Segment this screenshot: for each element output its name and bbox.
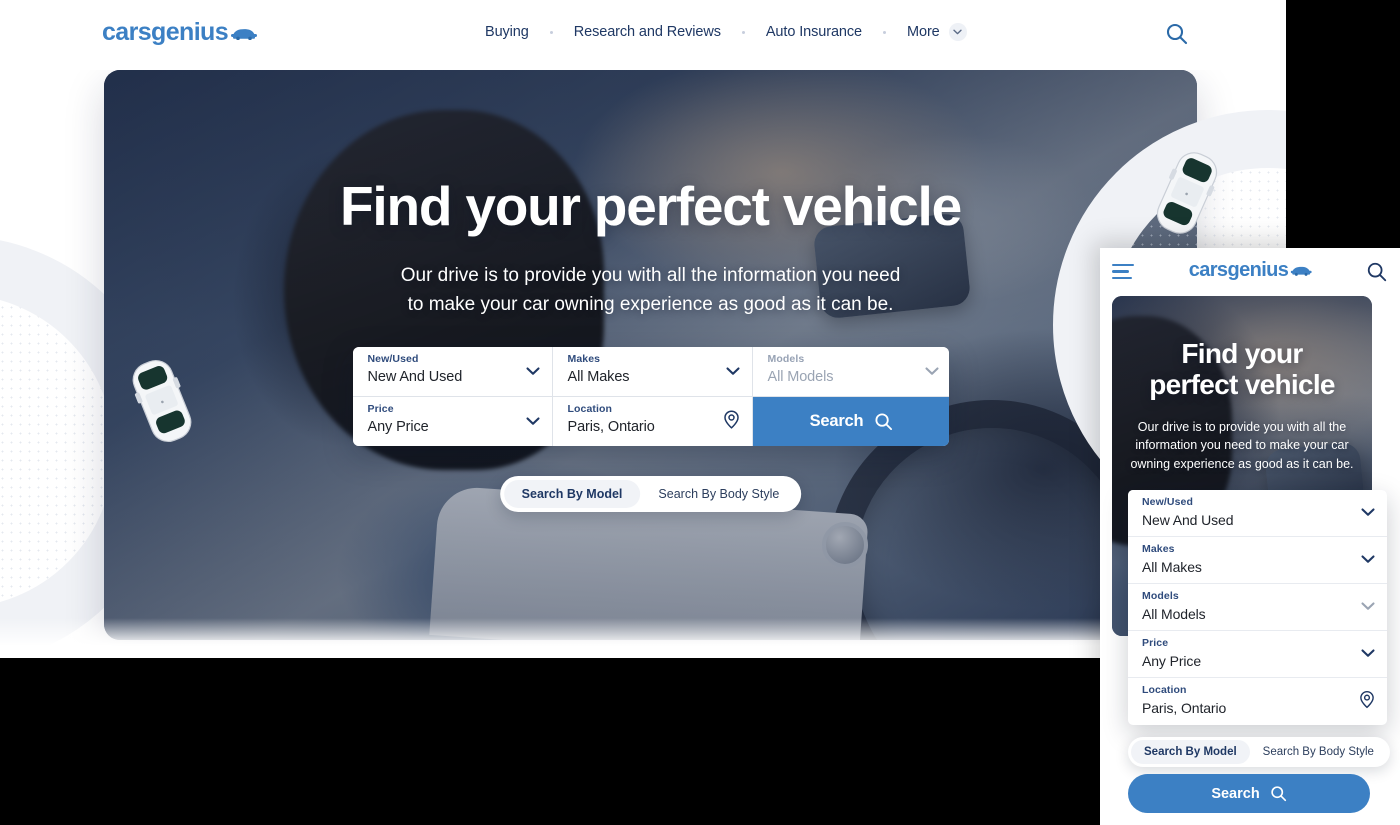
- field-label: Models: [1142, 590, 1179, 602]
- search-button[interactable]: Search: [752, 397, 949, 446]
- mobile-hero-subtitle-line-2: information you need to make your car: [1135, 438, 1349, 453]
- vehicle-search-form: New/Used New And Used Makes All Makes Mo…: [352, 347, 949, 446]
- toggle-search-by-model[interactable]: Search By Model: [503, 480, 641, 508]
- nav-item-auto-insurance[interactable]: Auto Insurance: [766, 24, 862, 40]
- mobile-hero-title-line-1: Find your: [1181, 338, 1303, 369]
- field-label: New/Used: [1142, 496, 1193, 508]
- search-mode-toggle: Search By Model Search By Body Style: [499, 476, 802, 512]
- chevron-down-icon[interactable]: [1361, 645, 1375, 663]
- arc-dot-pattern: [0, 294, 114, 608]
- hamburger-line: [1112, 264, 1134, 267]
- hero-subtitle-line-1: Our drive is to provide you with all the…: [400, 264, 901, 286]
- field-price[interactable]: Price Any Price: [352, 397, 552, 446]
- field-label: Price: [1142, 637, 1169, 649]
- field-value: New And Used: [1142, 511, 1234, 528]
- field-value: Paris, Ontario: [1142, 699, 1227, 716]
- chevron-down-icon[interactable]: [525, 413, 540, 431]
- mobile-field-new-used[interactable]: New/Used New And Used: [1128, 490, 1387, 537]
- location-pin-icon[interactable]: [723, 409, 740, 434]
- chevron-down-icon[interactable]: [1361, 551, 1375, 569]
- search-icon[interactable]: [1366, 261, 1388, 288]
- mobile-hero-content: Find your perfect vehicle Our drive is t…: [1112, 338, 1372, 474]
- car-icon: [231, 28, 258, 40]
- field-label: Location: [567, 403, 613, 415]
- field-label: New/Used: [367, 353, 419, 365]
- mobile-hero-subtitle: Our drive is to provide you with all the…: [1122, 418, 1362, 474]
- toggle-search-by-body-style[interactable]: Search By Body Style: [640, 480, 797, 508]
- field-makes[interactable]: Makes All Makes: [552, 347, 752, 396]
- hero-banner: Find your perfect vehicle Our drive is t…: [104, 70, 1197, 640]
- field-value: Paris, Ontario: [567, 418, 655, 435]
- mobile-preview-panel: carsgenius Find your perfect vehicle Our…: [1100, 248, 1400, 825]
- hero-subtitle: Our drive is to provide you with all the…: [104, 261, 1197, 320]
- nav-separator-dot: [883, 30, 886, 34]
- mobile-search-button-label: Search: [1211, 785, 1260, 802]
- nav-item-more-label[interactable]: More: [907, 24, 940, 40]
- chevron-down-icon[interactable]: [948, 23, 967, 41]
- logo-text: carsgenius: [102, 18, 229, 46]
- field-label: Models: [767, 353, 805, 365]
- search-button-label: Search: [809, 412, 864, 430]
- field-location[interactable]: Location Paris, Ontario: [552, 397, 752, 446]
- field-new-used[interactable]: New/Used New And Used: [352, 347, 552, 396]
- desktop-page: carsgenius Buying Research and Reviews A…: [0, 0, 1286, 658]
- field-value: Any Price: [1142, 652, 1202, 669]
- location-pin-icon[interactable]: [1359, 690, 1375, 713]
- mobile-vehicle-search-form: New/Used New And Used Makes All Makes Mo…: [1128, 490, 1387, 725]
- mobile-toggle-search-by-body-style[interactable]: Search By Body Style: [1250, 740, 1387, 764]
- search-icon[interactable]: [1165, 22, 1189, 51]
- hamburger-line: [1112, 270, 1129, 273]
- mobile-field-price[interactable]: Price Any Price: [1128, 631, 1387, 678]
- chevron-down-icon[interactable]: [1361, 504, 1375, 522]
- field-label: Makes: [1142, 543, 1175, 555]
- search-icon: [1271, 786, 1286, 802]
- nav-separator-dot: [741, 30, 745, 34]
- nav-item-more[interactable]: More: [907, 23, 967, 41]
- mobile-hero-title-line-2: perfect vehicle: [1149, 369, 1335, 401]
- chevron-down-icon[interactable]: [924, 363, 939, 381]
- mobile-toggle-search-by-model[interactable]: Search By Model: [1131, 740, 1250, 764]
- field-value: All Models: [1142, 605, 1206, 622]
- mobile-hero-subtitle-line-1: Our drive is to provide you with all the: [1137, 419, 1347, 434]
- site-logo[interactable]: carsgenius: [102, 18, 258, 46]
- field-value: New And Used: [367, 368, 463, 385]
- mobile-search-mode-toggle: Search By Model Search By Body Style: [1128, 737, 1390, 767]
- hamburger-menu-icon[interactable]: [1112, 264, 1136, 280]
- nav-separator-dot: [549, 30, 553, 34]
- mobile-field-location[interactable]: Location Paris, Ontario: [1128, 678, 1387, 725]
- search-icon: [875, 413, 893, 431]
- site-header: carsgenius Buying Research and Reviews A…: [0, 0, 1286, 70]
- field-label: Location: [1142, 684, 1187, 696]
- page-bottom-fade: [0, 618, 1286, 658]
- hamburger-line: [1112, 276, 1132, 280]
- mobile-header: carsgenius: [1100, 248, 1400, 296]
- mobile-field-models[interactable]: Models All Models: [1128, 584, 1387, 631]
- mobile-hero-subtitle-line-3: owning experience as good as it can be.: [1130, 457, 1354, 472]
- field-label: Price: [367, 403, 394, 415]
- chevron-down-icon[interactable]: [1361, 598, 1375, 616]
- mobile-site-logo[interactable]: carsgenius: [1189, 260, 1312, 280]
- mobile-search-button[interactable]: Search: [1128, 774, 1370, 813]
- field-value: All Models: [767, 368, 834, 385]
- hero-content: Find your perfect vehicle Our drive is t…: [104, 175, 1197, 320]
- mobile-field-makes[interactable]: Makes All Makes: [1128, 537, 1387, 584]
- chevron-down-icon[interactable]: [525, 363, 540, 381]
- car-icon: [1290, 266, 1312, 276]
- mobile-hero-title: Find your perfect vehicle: [1122, 338, 1362, 401]
- field-value: All Makes: [1142, 558, 1202, 575]
- logo-text: carsgenius: [1188, 259, 1289, 281]
- nav-item-buying[interactable]: Buying: [485, 24, 529, 40]
- field-value: Any Price: [367, 418, 429, 435]
- nav-item-research-and-reviews[interactable]: Research and Reviews: [574, 24, 721, 40]
- main-nav: Buying Research and Reviews Auto Insuran…: [485, 23, 967, 41]
- hero-subtitle-line-2: to make your car owning experience as go…: [407, 294, 894, 316]
- field-models[interactable]: Models All Models: [752, 347, 949, 396]
- chevron-down-icon[interactable]: [725, 363, 740, 381]
- field-label: Makes: [567, 353, 601, 365]
- field-value: All Makes: [567, 368, 630, 385]
- hero-title: Find your perfect vehicle: [339, 175, 962, 237]
